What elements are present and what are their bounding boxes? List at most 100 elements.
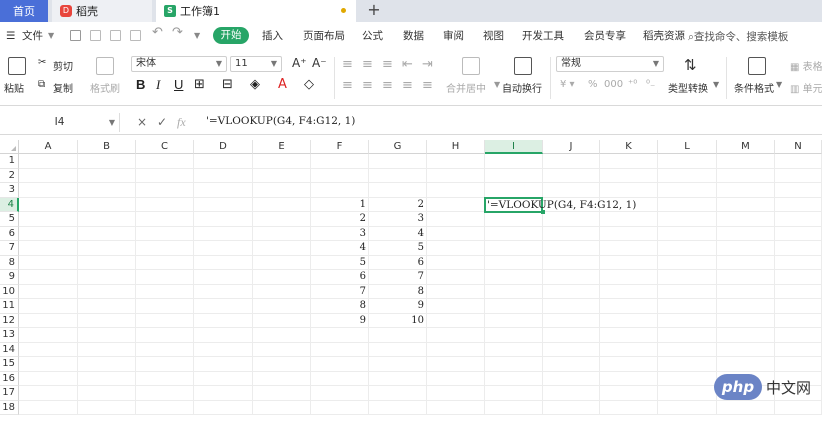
bold-button[interactable]: B — [136, 77, 145, 92]
currency-icon[interactable]: ¥ ▾ — [560, 79, 575, 90]
column-header-i[interactable]: I — [485, 140, 543, 154]
column-header-f[interactable]: F — [311, 140, 369, 154]
cancel-formula-button[interactable]: × — [137, 115, 147, 129]
cell-f5[interactable]: 2 — [311, 213, 366, 224]
wrap-text-icon[interactable] — [514, 57, 532, 75]
paste-icon[interactable] — [8, 57, 26, 75]
shrink-font-button[interactable]: A⁻ — [312, 56, 327, 70]
column-header-k[interactable]: K — [600, 140, 658, 154]
align-bottom-icon[interactable]: ≡ — [382, 57, 393, 72]
type-convert-button[interactable]: 类型转换 — [668, 80, 708, 95]
spreadsheet-grid[interactable]: A B C D E F G H I J K L M N 1 2 3 4 5 6 7 8 9 10 11 12 13 14 15 16 17 1… — [0, 140, 822, 424]
row-header-15[interactable]: 15 — [0, 357, 19, 372]
hamburger-icon[interactable]: ☰ — [6, 29, 15, 43]
confirm-formula-button[interactable]: ✓ — [157, 115, 167, 129]
cell-f7[interactable]: 4 — [311, 242, 366, 253]
column-header-l[interactable]: L — [658, 140, 717, 154]
menu-page-layout[interactable]: 页面布局 — [303, 29, 345, 43]
thousands-icon[interactable]: 000 — [604, 79, 623, 90]
row-header-4[interactable]: 4 — [0, 197, 19, 212]
percent-icon[interactable]: % — [588, 79, 598, 90]
type-convert-icon[interactable]: ⇅ — [684, 56, 697, 74]
column-header-h[interactable]: H — [427, 140, 485, 154]
tab-daoke[interactable]: D 稻壳 — [52, 0, 152, 22]
row-header-9[interactable]: 9 — [0, 270, 19, 285]
add-tab-button[interactable]: + — [364, 0, 384, 22]
decimal-decrease-icon[interactable]: ⁰₋ — [646, 79, 655, 90]
align-middle-icon[interactable]: ≡ — [362, 57, 373, 72]
format-painter-icon[interactable] — [96, 57, 114, 75]
underline-button[interactable]: U — [174, 77, 183, 92]
cell-f12[interactable]: 9 — [311, 315, 366, 326]
menu-data[interactable]: 数据 — [403, 29, 424, 43]
column-header-c[interactable]: C — [136, 140, 194, 154]
cell-f9[interactable]: 6 — [311, 271, 366, 282]
cell-f11[interactable]: 8 — [311, 300, 366, 311]
align-center-icon[interactable]: ≡ — [362, 78, 373, 93]
cut-button[interactable]: 剪切 — [53, 58, 73, 73]
menu-formula[interactable]: 公式 — [362, 29, 383, 43]
fill-color-icon[interactable]: ◈ — [250, 77, 260, 92]
cell-g9[interactable]: 7 — [369, 271, 424, 282]
row-header-7[interactable]: 7 — [0, 241, 19, 256]
table-style-button[interactable]: ▦ 表格 — [790, 58, 822, 73]
print-icon[interactable] — [110, 30, 121, 41]
row-header-3[interactable]: 3 — [0, 183, 19, 198]
align-left-icon[interactable]: ≡ — [342, 78, 353, 93]
row-header-14[interactable]: 14 — [0, 342, 19, 357]
distributed-icon[interactable]: ≡ — [422, 78, 433, 93]
chevron-down-icon[interactable]: ▼ — [48, 29, 54, 43]
row-header-1[interactable]: 1 — [0, 154, 19, 169]
insert-function-button[interactable]: fx — [177, 115, 186, 130]
formula-input[interactable]: '=VLOOKUP(G4, F4:G12, 1) — [206, 115, 355, 127]
name-box[interactable]: I4 ▼ — [0, 113, 120, 132]
indent-decrease-icon[interactable]: ⇤ — [402, 57, 413, 72]
save-icon[interactable] — [70, 30, 81, 41]
column-header-d[interactable]: D — [194, 140, 253, 154]
scissors-icon[interactable]: ✂ — [38, 57, 46, 68]
grow-font-button[interactable]: A⁺ — [292, 56, 307, 70]
font-color-icon[interactable]: A — [278, 77, 287, 92]
row-header-11[interactable]: 11 — [0, 299, 19, 314]
conditional-format-icon[interactable] — [748, 57, 766, 75]
wrap-text-button[interactable]: 自动换行 — [502, 80, 542, 95]
cell-g12[interactable]: 10 — [369, 315, 424, 326]
italic-button[interactable]: I — [156, 77, 160, 93]
copy-icon[interactable]: ⧉ — [38, 79, 45, 90]
column-header-e[interactable]: E — [253, 140, 311, 154]
row-header-18[interactable]: 18 — [0, 400, 19, 415]
cell-style-button[interactable]: ▥ 单元 — [790, 80, 822, 95]
conditional-format-button[interactable]: 条件格式 — [734, 80, 774, 95]
cell-f4[interactable]: 1 — [311, 199, 366, 210]
paste-button[interactable]: 粘贴 — [4, 80, 24, 95]
row-header-17[interactable]: 17 — [0, 386, 19, 401]
menu-insert[interactable]: 插入 — [262, 29, 283, 43]
cell-g8[interactable]: 6 — [369, 257, 424, 268]
format-painter-button[interactable]: 格式刷 — [90, 80, 120, 95]
cell-f8[interactable]: 5 — [311, 257, 366, 268]
menu-start[interactable]: 开始 — [213, 27, 249, 44]
number-format-select[interactable]: 常规 ▼ — [556, 56, 664, 72]
row-header-12[interactable]: 12 — [0, 313, 19, 328]
font-name-select[interactable]: 宋体 ▼ — [131, 56, 227, 72]
clear-format-icon[interactable]: ◇ — [304, 77, 314, 92]
select-all-corner[interactable] — [0, 140, 19, 154]
cell-g6[interactable]: 4 — [369, 228, 424, 239]
menu-developer[interactable]: 开发工具 — [522, 29, 564, 43]
copy-button[interactable]: 复制 — [53, 80, 73, 95]
font-size-select[interactable]: 11 ▼ — [230, 56, 282, 72]
row-header-5[interactable]: 5 — [0, 212, 19, 227]
border-icon[interactable]: ⊞ — [194, 77, 205, 92]
cell-g5[interactable]: 3 — [369, 213, 424, 224]
row-header-8[interactable]: 8 — [0, 255, 19, 270]
row-header-6[interactable]: 6 — [0, 226, 19, 241]
tab-home[interactable]: 首页 — [0, 0, 48, 22]
merge-center-button[interactable]: 合并居中 — [446, 80, 486, 95]
row-header-13[interactable]: 13 — [0, 328, 19, 343]
align-right-icon[interactable]: ≡ — [382, 78, 393, 93]
align-top-icon[interactable]: ≡ — [342, 57, 353, 72]
cell-g7[interactable]: 5 — [369, 242, 424, 253]
cell-g11[interactable]: 9 — [369, 300, 424, 311]
tab-workbook[interactable]: S 工作簿1 — [156, 0, 356, 22]
justify-icon[interactable]: ≡ — [402, 78, 413, 93]
